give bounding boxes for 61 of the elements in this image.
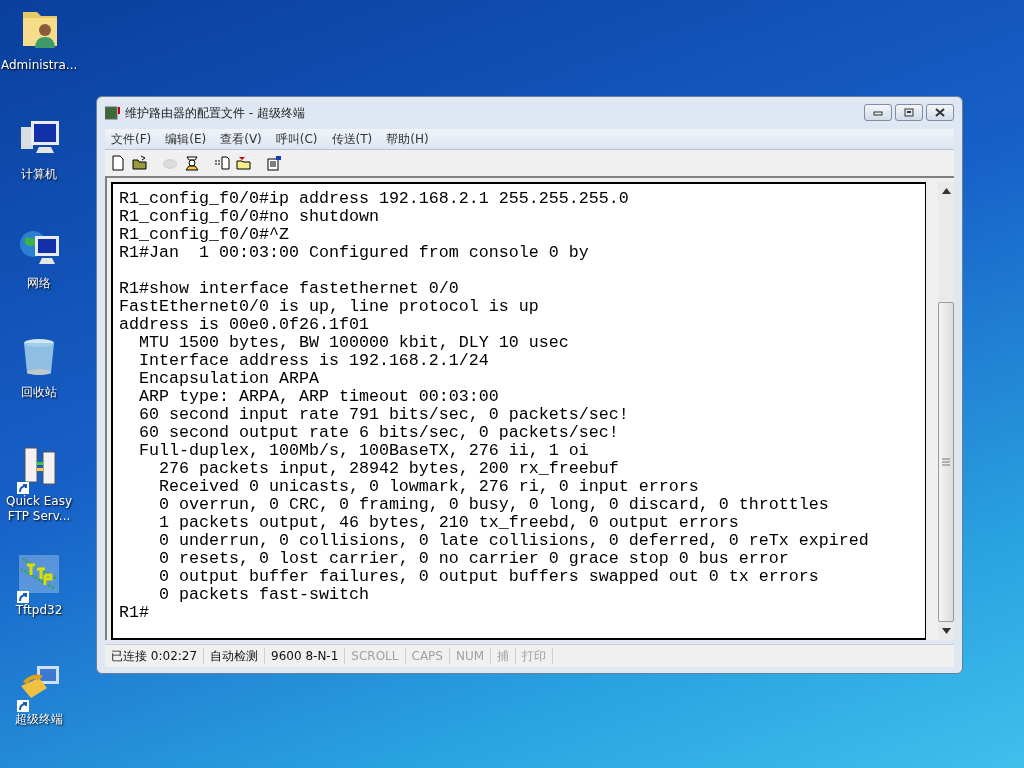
vertical-scrollbar[interactable] [938,182,954,640]
menu-item[interactable]: 呼叫(C) [269,130,324,148]
status-field: 打印 [516,648,554,664]
properties-icon [266,155,282,171]
close-icon [933,107,947,118]
terminal-line: R1_config_f0/0#no shutdown [119,208,380,226]
terminal-line: R1#show interface fastethernet 0/0 [119,280,460,298]
terminal-line: Encapsulation ARPA [138,370,320,388]
terminal-line: 0 underrun, 0 collisions, 0 late collisions, 0 deferred, 0 reTx expired [157,532,870,550]
terminal-line: R1#Jan 1 00:03:00 Configured from console 0 by [119,244,590,262]
desktop-icon-label[interactable]: 回收站 [1,385,77,400]
desktop-icon-label[interactable]: 计算机 [1,167,77,182]
desktop-icon-label[interactable]: 网络 [1,276,77,291]
maximize-button[interactable] [895,104,923,121]
terminal-line: R1_config_f0/0#^Z [119,226,290,244]
menu-item[interactable]: 传送(T) [325,130,379,148]
terminal-line: R1# [119,604,150,622]
terminal-line: Full-duplex, 100Mb/s, 100BaseTX, 276 ii, 1 oi [138,442,590,460]
app-icon [105,106,121,120]
new-document-icon [110,155,126,171]
terminal-line: 276 packets input, 28942 bytes, 200 rx_freebuf [157,460,620,478]
terminal-line: address is 00e0.0f26.1f01 [119,316,370,334]
desktop-icon-label[interactable]: 超级终端 [1,712,77,727]
window-title: 维护路由器的配置文件 - 超级终端 [125,104,305,122]
terminal-line: MTU 1500 bytes, BW 100000 kbit, DLY 10 usec [138,334,570,352]
scroll-up-icon[interactable] [941,188,951,194]
minimize-button[interactable] [864,104,892,121]
receive-file-icon [236,155,252,171]
status-field: 9600 8-N-1 [265,648,346,664]
status-field: SCROLL [345,648,406,664]
scroll-thumb[interactable] [938,302,954,622]
status-field: 已连接 0:02:27 [105,648,205,664]
terminal-line: 0 overrun, 0 CRC, 0 framing, 0 busy, 0 long, 0 discard, 0 throttles [157,496,830,514]
terminal-line: R1_config_f0/0#ip address 192.168.2.1 255.255.255.0 [119,190,630,208]
desktop-icon-label[interactable]: Tftpd32 [1,603,77,618]
send-file-icon [214,155,230,171]
status-field: NUM [449,648,492,664]
open-folder-icon [132,155,148,171]
menu-item[interactable]: 帮助(H) [380,130,435,148]
close-button[interactable] [926,104,954,121]
terminal-line: 60 second output rate 6 bits/sec, 0 packets/sec! [138,424,620,442]
desktop-icon-label[interactable]: Quick Easy FTP Serv... [1,494,77,524]
terminal-line: 0 output buffer failures, 0 output buffers swapped out 0 tx errors [157,568,820,586]
menu-item[interactable]: 查看(V) [214,130,268,148]
menu-item[interactable]: 编辑(E) [159,130,213,148]
terminal-line: FastEthernet0/0 is up, line protocol is up [119,298,540,316]
terminal-line: 1 packets output, 46 bytes, 210 tx_freebd, 0 output errors [157,514,740,532]
desktop-icon-label[interactable]: Administra... [1,58,77,73]
terminal-line: 0 packets fast-switch [157,586,370,604]
status-field: CAPS [405,648,450,664]
terminal-line: ARP type: ARPA, ARP timeout 00:03:00 [138,388,500,406]
terminal-line: Received 0 unicasts, 0 lowmark, 276 ri, 0 input errors [157,478,700,496]
terminal-line: 60 second input rate 791 bits/sec, 0 packets/sec! [138,406,630,424]
status-field: 捕 [491,648,517,664]
restore-icon [902,107,916,118]
scroll-down-icon[interactable] [941,628,951,634]
terminal-line: Interface address is 192.168.2.1/24 [138,352,490,370]
grip-icon [942,458,950,466]
status-field: 自动检测 [204,648,266,664]
terminal-line: 0 resets, 0 lost carrier, 0 no carrier 0 grace stop 0 bus error [157,550,790,568]
menu-item[interactable]: 文件(F) [105,130,158,148]
